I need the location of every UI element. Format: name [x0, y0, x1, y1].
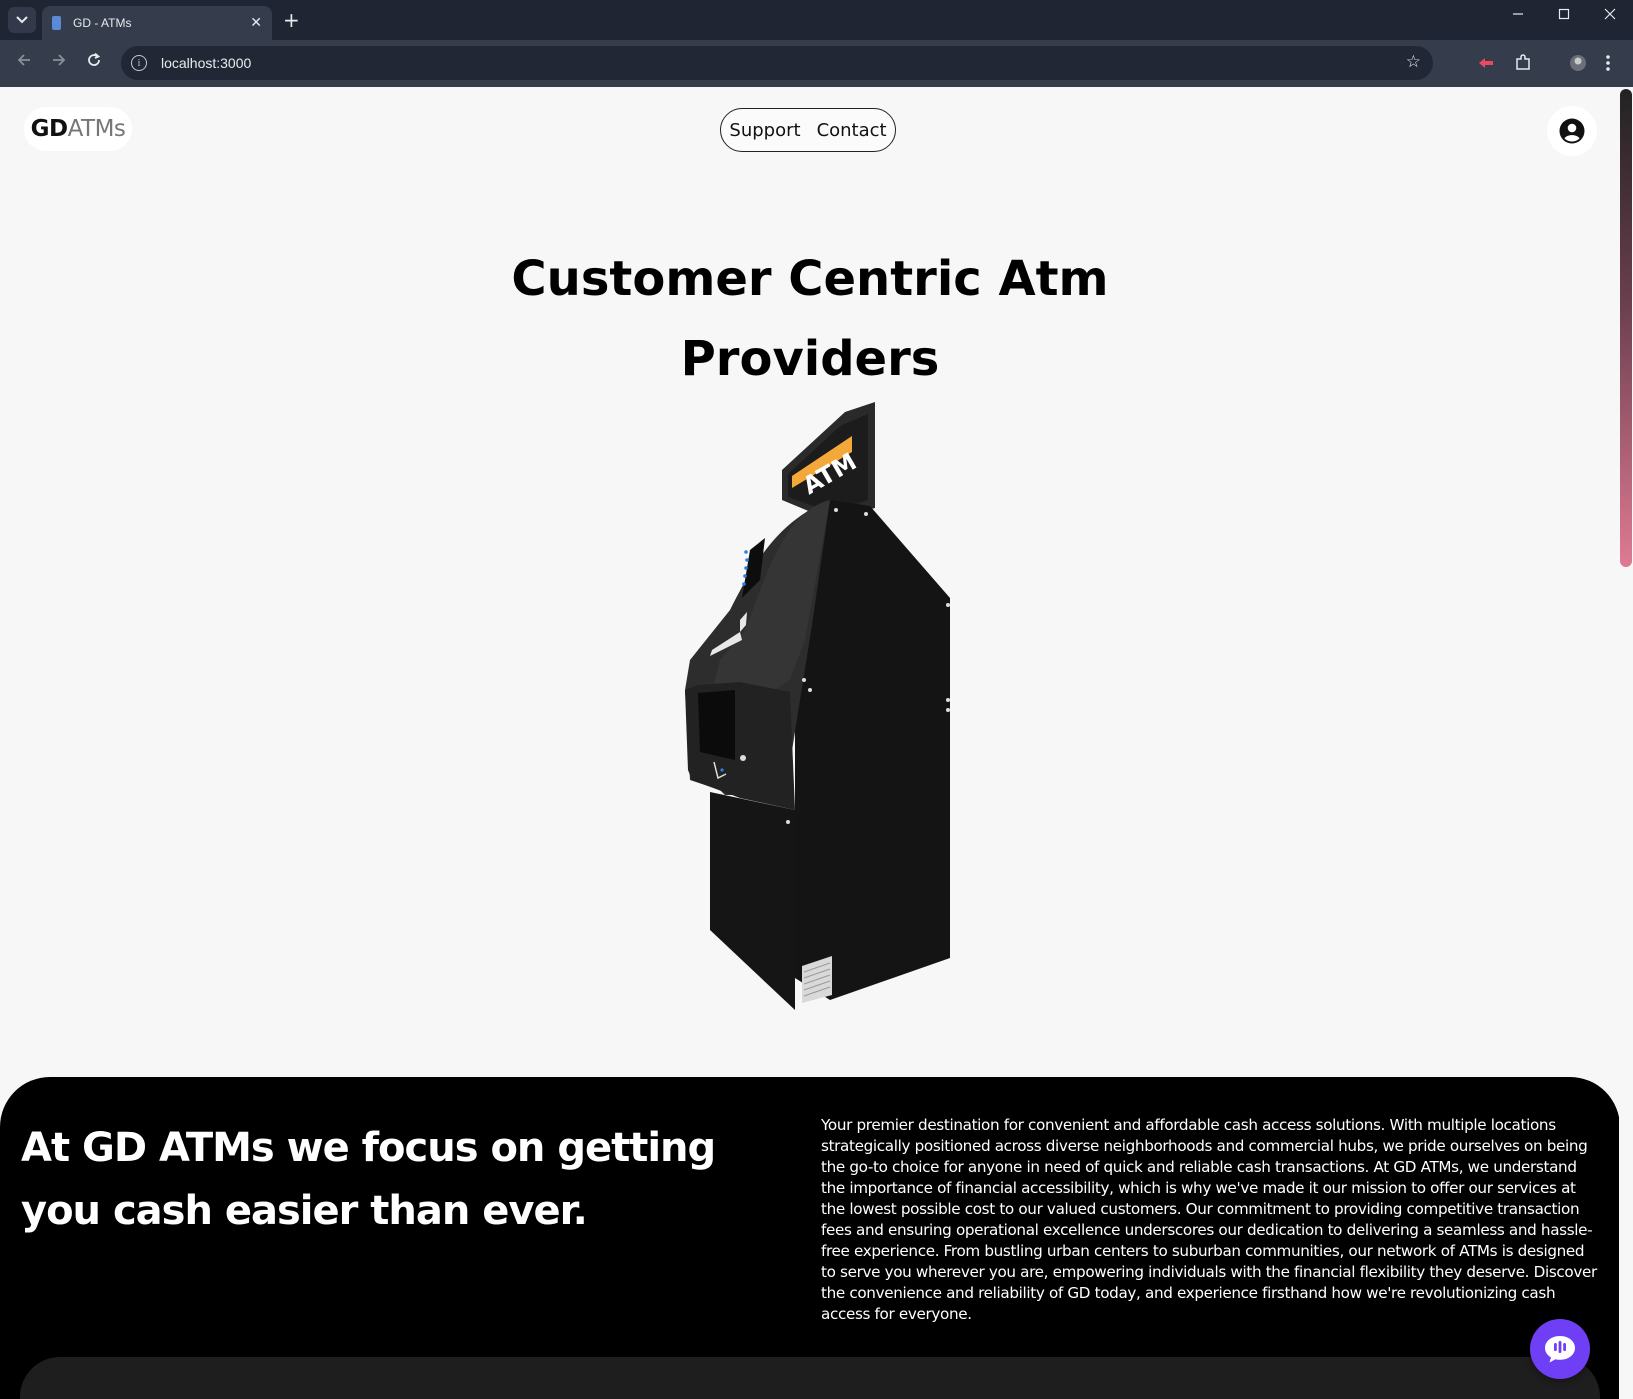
reload-icon[interactable]: [86, 52, 102, 73]
plus-icon[interactable]: +: [283, 8, 300, 32]
close-icon[interactable]: ✕: [250, 15, 262, 31]
extensions-icon[interactable]: [1513, 53, 1533, 77]
logo-light: ATMs: [67, 116, 126, 142]
star-icon[interactable]: ☆: [1406, 52, 1421, 72]
info-icon[interactable]: i: [131, 55, 147, 71]
site-logo[interactable]: GD ATMs: [24, 107, 132, 151]
hero-title-line2: Providers: [680, 331, 940, 387]
nav-support-link[interactable]: Support: [729, 120, 800, 141]
forward-icon[interactable]: [51, 52, 67, 73]
url-text: localhost:3000: [161, 55, 252, 71]
chat-button[interactable]: [1530, 1319, 1590, 1379]
main-nav: Support Contact: [720, 108, 896, 152]
hero-title-line1: Customer Centric Atm: [511, 251, 1109, 307]
next-section-card: [20, 1357, 1600, 1399]
hero-title: Customer Centric Atm Providers: [0, 239, 1620, 399]
account-button[interactable]: [1547, 106, 1597, 156]
about-tagline: At GD ATMs we focus on getting you cash …: [21, 1125, 716, 1234]
scrollbar-thumb[interactable]: [1620, 89, 1632, 567]
back-icon[interactable]: [16, 52, 32, 73]
extension-icon[interactable]: [1476, 53, 1496, 77]
profile-icon[interactable]: [1568, 53, 1588, 77]
about-paragraph: Your premier destination for convenient …: [821, 1116, 1597, 1323]
nav-contact-link[interactable]: Contact: [817, 120, 887, 141]
maximize-icon[interactable]: [1558, 8, 1570, 24]
logo-bold: GD: [30, 116, 68, 142]
browser-tab-bar: GD - ATMs ✕ +: [0, 0, 1633, 40]
page-viewport: GD ATMs Support Contact Customer Centric …: [0, 87, 1633, 1399]
menu-icon[interactable]: [1604, 53, 1612, 77]
account-icon: [1559, 118, 1585, 144]
page-scrollbar[interactable]: [1619, 87, 1633, 1399]
favicon: [52, 16, 61, 30]
minimize-icon[interactable]: [1512, 8, 1524, 24]
browser-toolbar: i localhost:3000 ☆: [0, 40, 1633, 87]
atm-model-image[interactable]: ATM: [670, 400, 960, 1012]
tab-title: GD - ATMs: [73, 16, 132, 30]
browser-tab[interactable]: GD - ATMs ✕: [42, 6, 272, 40]
chat-icon: [1545, 1336, 1575, 1363]
chevron-down-icon: [16, 16, 28, 24]
tab-search-button[interactable]: [8, 7, 36, 33]
window-close-icon[interactable]: [1604, 8, 1616, 24]
about-section: At GD ATMs we focus on getting you cash …: [0, 1077, 1620, 1399]
address-bar[interactable]: i localhost:3000 ☆: [121, 46, 1433, 80]
